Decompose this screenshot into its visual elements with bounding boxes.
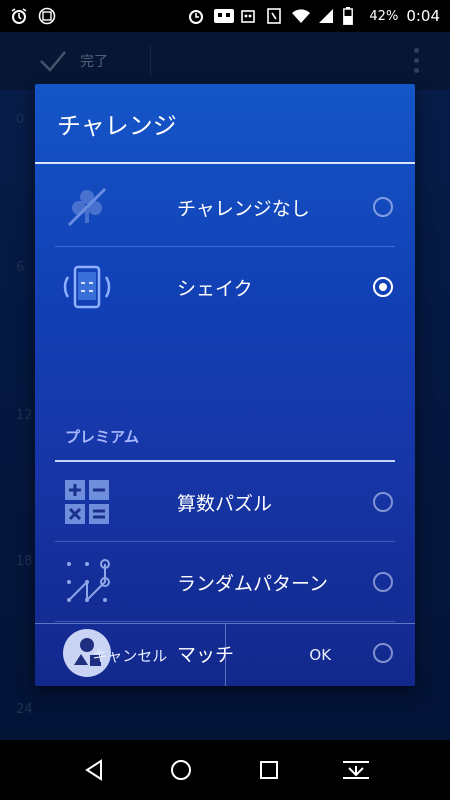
battery-icon — [343, 7, 361, 25]
radio-no-challenge[interactable] — [373, 197, 393, 217]
radio-shake[interactable] — [373, 277, 393, 297]
back-icon[interactable] — [74, 750, 114, 790]
ok-button[interactable]: OK — [224, 624, 416, 686]
random-pattern-icon — [57, 552, 117, 612]
nfc-icon — [265, 7, 283, 25]
recents-icon[interactable] — [249, 750, 289, 790]
option-label: 算数パズル — [177, 492, 273, 515]
cancel-button[interactable]: キャンセル — [35, 624, 225, 686]
navigation-bar — [0, 740, 450, 800]
radio-random-pattern[interactable] — [373, 572, 393, 592]
option-label: ランダムパターン — [177, 572, 329, 595]
radio-math-puzzle[interactable] — [373, 492, 393, 512]
battery-percent: 42% — [369, 8, 399, 24]
sim-card-icon — [213, 7, 235, 25]
option-math-puzzle[interactable]: 算数パズル — [55, 462, 395, 542]
premium-section-header: プレミアム — [65, 428, 139, 446]
no-challenge-icon — [57, 177, 117, 237]
dialog-title: チャレンジ — [35, 84, 415, 164]
robot-icon — [239, 7, 257, 25]
challenge-list: チャレンジなし シェイク プレミアム 算数パズル ランダムパターン マッチ — [35, 164, 415, 677]
option-shake[interactable]: シェイク — [55, 247, 395, 327]
dialog-button-bar: キャンセル OK — [35, 623, 415, 686]
cell-signal-icon — [317, 7, 335, 25]
option-label: シェイク — [177, 277, 253, 300]
math-puzzle-icon — [57, 472, 117, 532]
clock-time: 0:04 — [406, 7, 440, 25]
hide-keyboard-icon[interactable] — [336, 750, 376, 790]
option-label: チャレンジなし — [177, 197, 310, 220]
challenge-dialog: チャレンジ チャレンジなし シェイク プレミアム 算数パズル ランダムパターン … — [35, 84, 415, 686]
home-icon[interactable] — [161, 750, 201, 790]
wifi-icon — [291, 7, 311, 25]
option-random-pattern[interactable]: ランダムパターン — [55, 542, 395, 622]
alarm-snooze-icon — [10, 7, 28, 25]
app-notification-icon — [38, 7, 56, 25]
shake-phone-icon — [57, 257, 117, 317]
status-bar: 42% 0:04 — [0, 0, 450, 32]
option-no-challenge[interactable]: チャレンジなし — [55, 167, 395, 247]
alarm-clock-icon — [187, 7, 205, 25]
